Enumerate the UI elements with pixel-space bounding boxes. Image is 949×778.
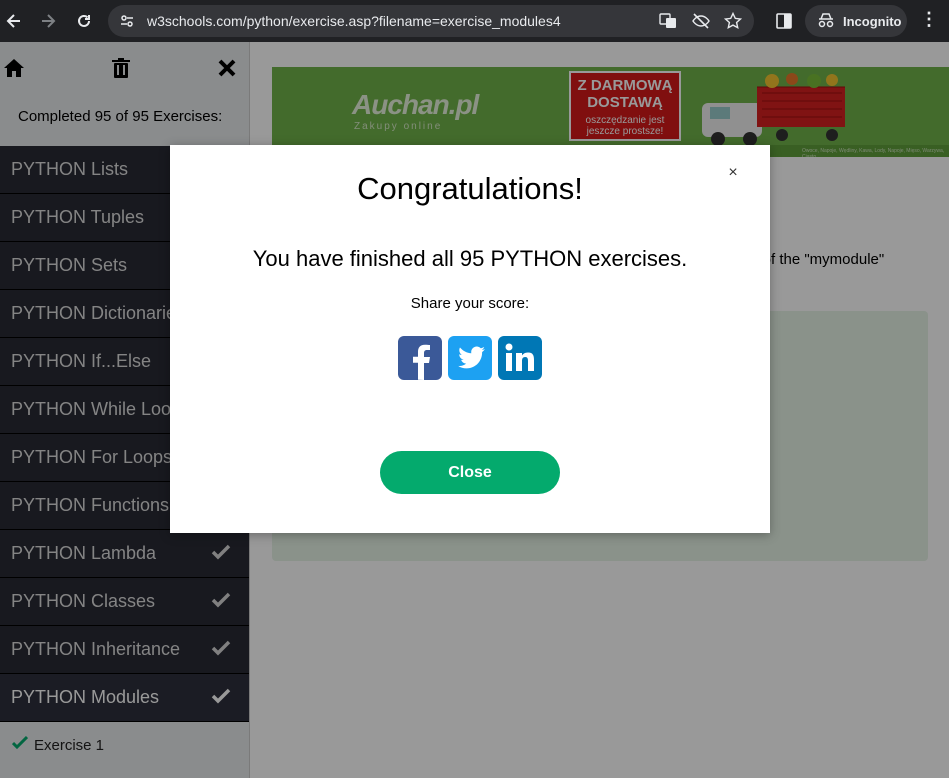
bookmark-star-icon[interactable] (724, 12, 742, 30)
url-text[interactable]: w3schools.com/python/exercise.asp?filena… (147, 13, 561, 29)
dialog-title: Congratulations! (357, 171, 583, 206)
site-settings-icon[interactable] (118, 12, 136, 30)
linkedin-icon[interactable] (498, 336, 542, 380)
dialog-message: You have finished all 95 PYTHON exercise… (252, 246, 688, 271)
address-bar[interactable]: w3schools.com/python/exercise.asp?filena… (108, 5, 754, 37)
browser-menu-icon[interactable]: ⋮ (920, 9, 938, 33)
browser-toolbar: w3schools.com/python/exercise.asp?filena… (0, 0, 949, 42)
congratulations-dialog: × Congratulations! You have finished all… (170, 145, 770, 533)
reload-icon[interactable] (72, 9, 96, 33)
tracking-protection-icon[interactable] (692, 12, 710, 30)
forward-icon[interactable] (36, 9, 60, 33)
side-panel-icon[interactable] (772, 9, 796, 33)
facebook-icon[interactable] (398, 336, 442, 380)
twitter-icon[interactable] (448, 336, 492, 380)
incognito-label: Incognito (843, 13, 902, 29)
translate-icon[interactable] (659, 12, 677, 30)
close-button[interactable]: Close (380, 451, 560, 494)
share-label: Share your score: (410, 295, 530, 312)
incognito-badge[interactable]: Incognito (805, 5, 907, 37)
incognito-icon (817, 12, 835, 31)
back-icon[interactable] (2, 9, 26, 33)
